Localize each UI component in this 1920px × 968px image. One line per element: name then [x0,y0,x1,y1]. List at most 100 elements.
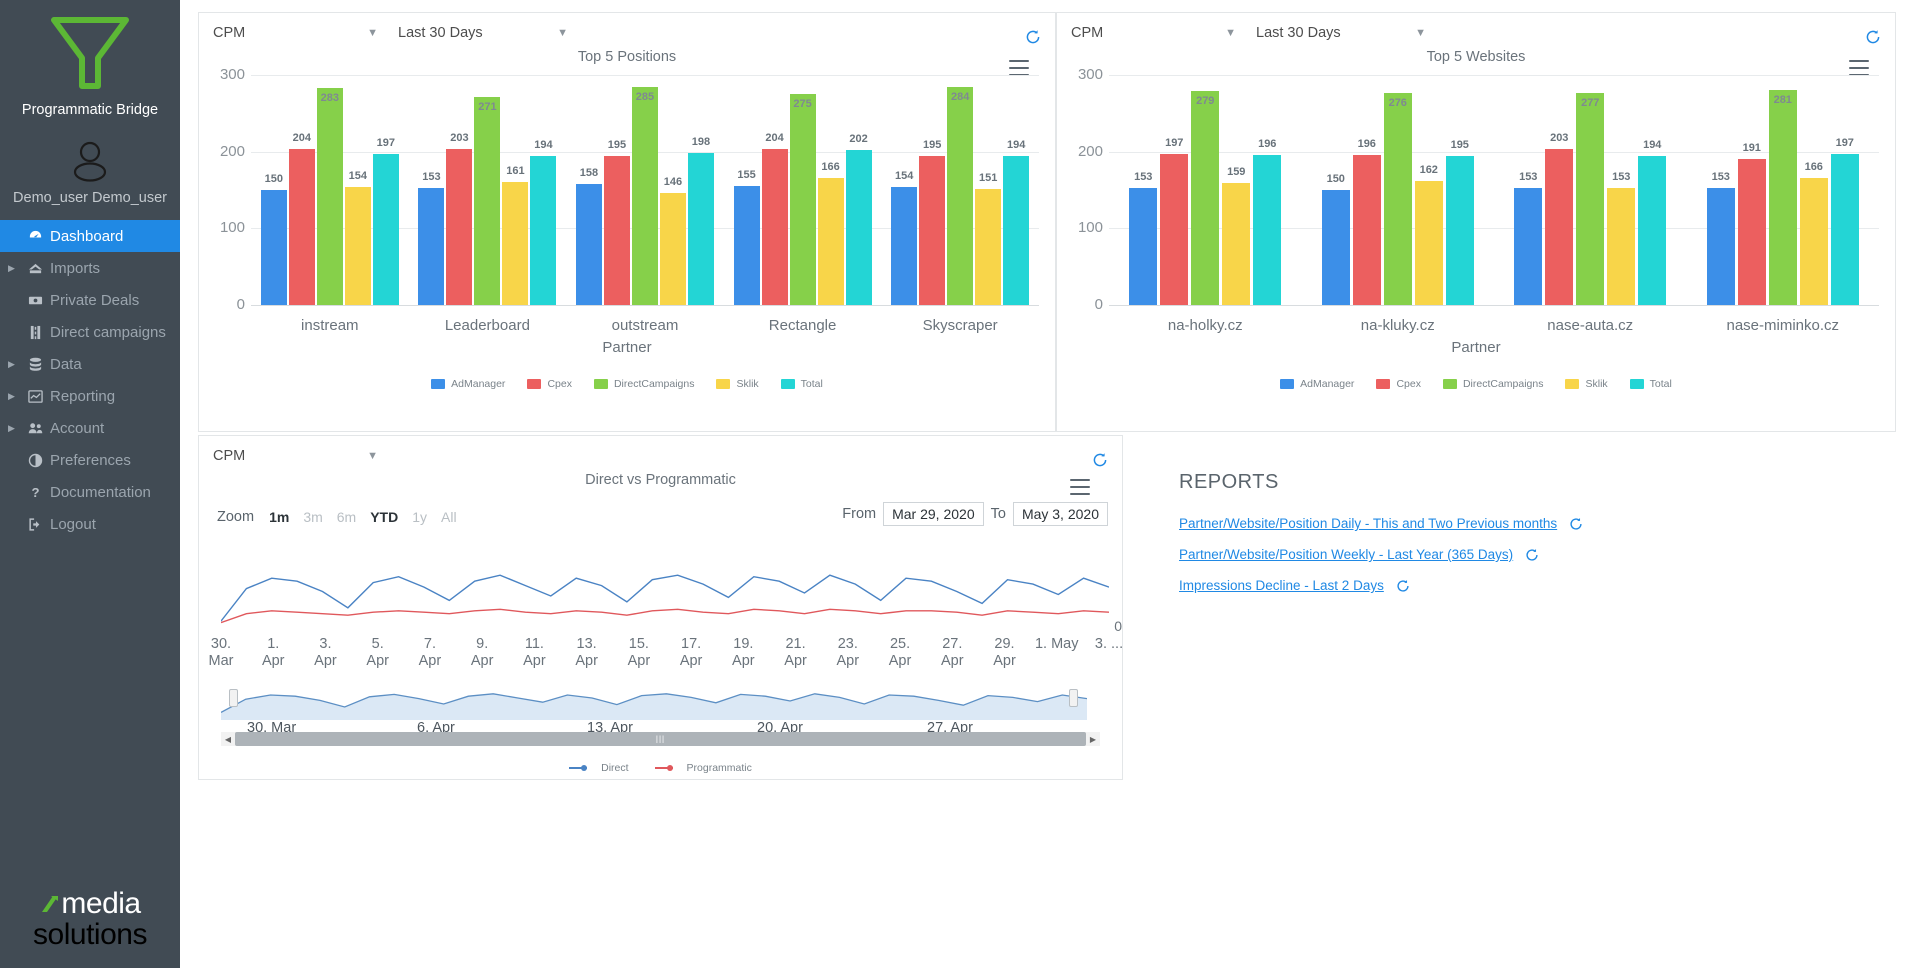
bar[interactable]: 159 [1222,166,1251,305]
bar[interactable]: 191 [1737,142,1766,305]
bar[interactable]: 158 [575,167,602,305]
bar[interactable]: 153 [1706,171,1735,305]
bar[interactable]: 194 [1003,139,1030,305]
bar[interactable]: 284 [947,87,974,305]
legend-item[interactable]: Sklik [716,378,759,390]
bar[interactable]: 197 [1830,137,1859,305]
metric-select-positions[interactable]: CPM ▼ [213,25,378,41]
zoom-button-6m[interactable]: 6m [330,507,363,527]
hamburger-menu-icon[interactable] [1849,60,1869,76]
sidebar-item-data[interactable]: ▶ Data [0,348,180,380]
bar[interactable]: 198 [687,136,714,305]
scroll-right-arrow[interactable]: ▶ [1086,732,1100,746]
legend-item[interactable]: Sklik [1565,378,1608,390]
bar[interactable]: 150 [260,173,287,305]
range-select-positions[interactable]: Last 30 Days ▼ [398,25,568,41]
sidebar-item-dashboard[interactable]: ▶ Dashboard [0,220,180,252]
zoom-button-all[interactable]: All [434,507,464,527]
sidebar-item-logout[interactable]: ▶ Logout [0,508,180,540]
legend-item[interactable]: Cpex [527,378,572,390]
navigator-handle-right[interactable] [1069,689,1078,707]
bar[interactable]: 276 [1383,93,1412,305]
bar[interactable]: 153 [418,171,445,305]
chevron-right-icon[interactable]: ▶ [8,391,22,401]
bar[interactable]: 275 [789,94,816,305]
sidebar-item-preferences[interactable]: ▶ Preferences [0,444,180,476]
sidebar-item-reporting[interactable]: ▶ Reporting [0,380,180,412]
sidebar-item-direct-campaigns[interactable]: ▶ Direct campaigns [0,316,180,348]
bar[interactable]: 154 [891,170,918,305]
zoom-button-1m[interactable]: 1m [262,507,296,527]
legend-item[interactable]: Cpex [1376,378,1421,390]
scroll-left-arrow[interactable]: ◀ [221,732,235,746]
legend-item[interactable]: Total [1629,378,1672,390]
bar[interactable]: 196 [1253,138,1282,305]
bar[interactable]: 151 [975,172,1002,305]
bar[interactable]: 194 [530,139,557,305]
metric-select-timeseries[interactable]: CPM ▼ [213,448,378,464]
bar[interactable]: 271 [474,97,501,305]
report-link-weekly[interactable]: Partner/Website/Position Weekly - Last Y… [1179,547,1513,562]
refresh-icon[interactable] [1025,29,1041,45]
bar[interactable]: 153 [1129,171,1158,305]
bar[interactable]: 161 [502,165,529,305]
sidebar-item-imports[interactable]: ▶ Imports [0,252,180,284]
bar[interactable]: 146 [659,176,686,305]
bar[interactable]: 196 [1352,138,1381,305]
bar[interactable]: 204 [288,132,315,305]
bar[interactable]: 203 [446,132,473,305]
navigator-scrollbar[interactable]: ||| ◀ ▶ [221,732,1100,746]
hamburger-menu-icon[interactable] [1009,60,1029,76]
report-link-impressions[interactable]: Impressions Decline - Last 2 Days [1179,578,1384,593]
bar[interactable]: 155 [733,169,760,305]
bar[interactable]: 203 [1545,132,1574,305]
bar[interactable]: 166 [817,161,844,305]
range-select-websites[interactable]: Last 30 Days ▼ [1256,25,1426,41]
bar[interactable]: 194 [1638,139,1667,305]
zoom-button-1y[interactable]: 1y [405,507,434,527]
sidebar-item-private-deals[interactable]: ▶ Private Deals [0,284,180,316]
bar[interactable]: 197 [1160,137,1189,305]
scrollbar-track[interactable]: ||| [235,732,1086,746]
bar[interactable]: 204 [761,132,788,305]
sidebar-item-account[interactable]: ▶ Account [0,412,180,444]
refresh-icon[interactable] [1865,29,1881,45]
bar[interactable]: 195 [1445,139,1474,305]
bar[interactable]: 277 [1576,92,1605,305]
bar[interactable]: 197 [372,137,399,305]
bar[interactable]: 150 [1321,173,1350,305]
metric-select-websites[interactable]: CPM ▼ [1071,25,1236,41]
legend-item[interactable]: Direct [569,762,629,774]
legend-item[interactable]: AdManager [1280,378,1354,390]
bar[interactable]: 153 [1514,171,1543,305]
zoom-button-ytd[interactable]: YTD [363,507,405,527]
bar[interactable]: 195 [919,139,946,305]
chevron-right-icon[interactable]: ▶ [8,359,22,369]
sidebar-item-documentation[interactable]: ▶ ? Documentation [0,476,180,508]
legend-item[interactable]: Total [780,378,823,390]
chevron-right-icon[interactable]: ▶ [8,263,22,273]
navigator-handle-left[interactable] [229,689,238,707]
to-date-input[interactable]: May 3, 2020 [1012,502,1108,526]
bar[interactable]: 195 [603,139,630,305]
bar[interactable]: 166 [1799,161,1828,305]
timeseries-navigator[interactable]: 30. Mar 6. Apr 13. Apr 20. Apr 27. Apr [221,680,1100,736]
hamburger-menu-icon[interactable] [1070,479,1090,495]
bar[interactable]: 162 [1414,164,1443,305]
bar[interactable]: 153 [1607,171,1636,305]
bar[interactable]: 279 [1191,91,1220,305]
refresh-icon[interactable] [1396,579,1410,593]
chevron-right-icon[interactable]: ▶ [8,423,22,433]
bar[interactable]: 285 [631,86,658,305]
bar[interactable]: 154 [344,170,371,305]
bar[interactable]: 202 [845,133,872,305]
legend-item[interactable]: AdManager [431,378,505,390]
refresh-icon[interactable] [1525,548,1539,562]
legend-item[interactable]: Programmatic [654,762,752,774]
legend-item[interactable]: DirectCampaigns [1442,378,1543,390]
report-link-daily[interactable]: Partner/Website/Position Daily - This an… [1179,516,1557,531]
legend-item[interactable]: DirectCampaigns [593,378,694,390]
bar[interactable]: 281 [1768,89,1797,305]
zoom-button-3m[interactable]: 3m [296,507,329,527]
refresh-icon[interactable] [1092,452,1108,468]
